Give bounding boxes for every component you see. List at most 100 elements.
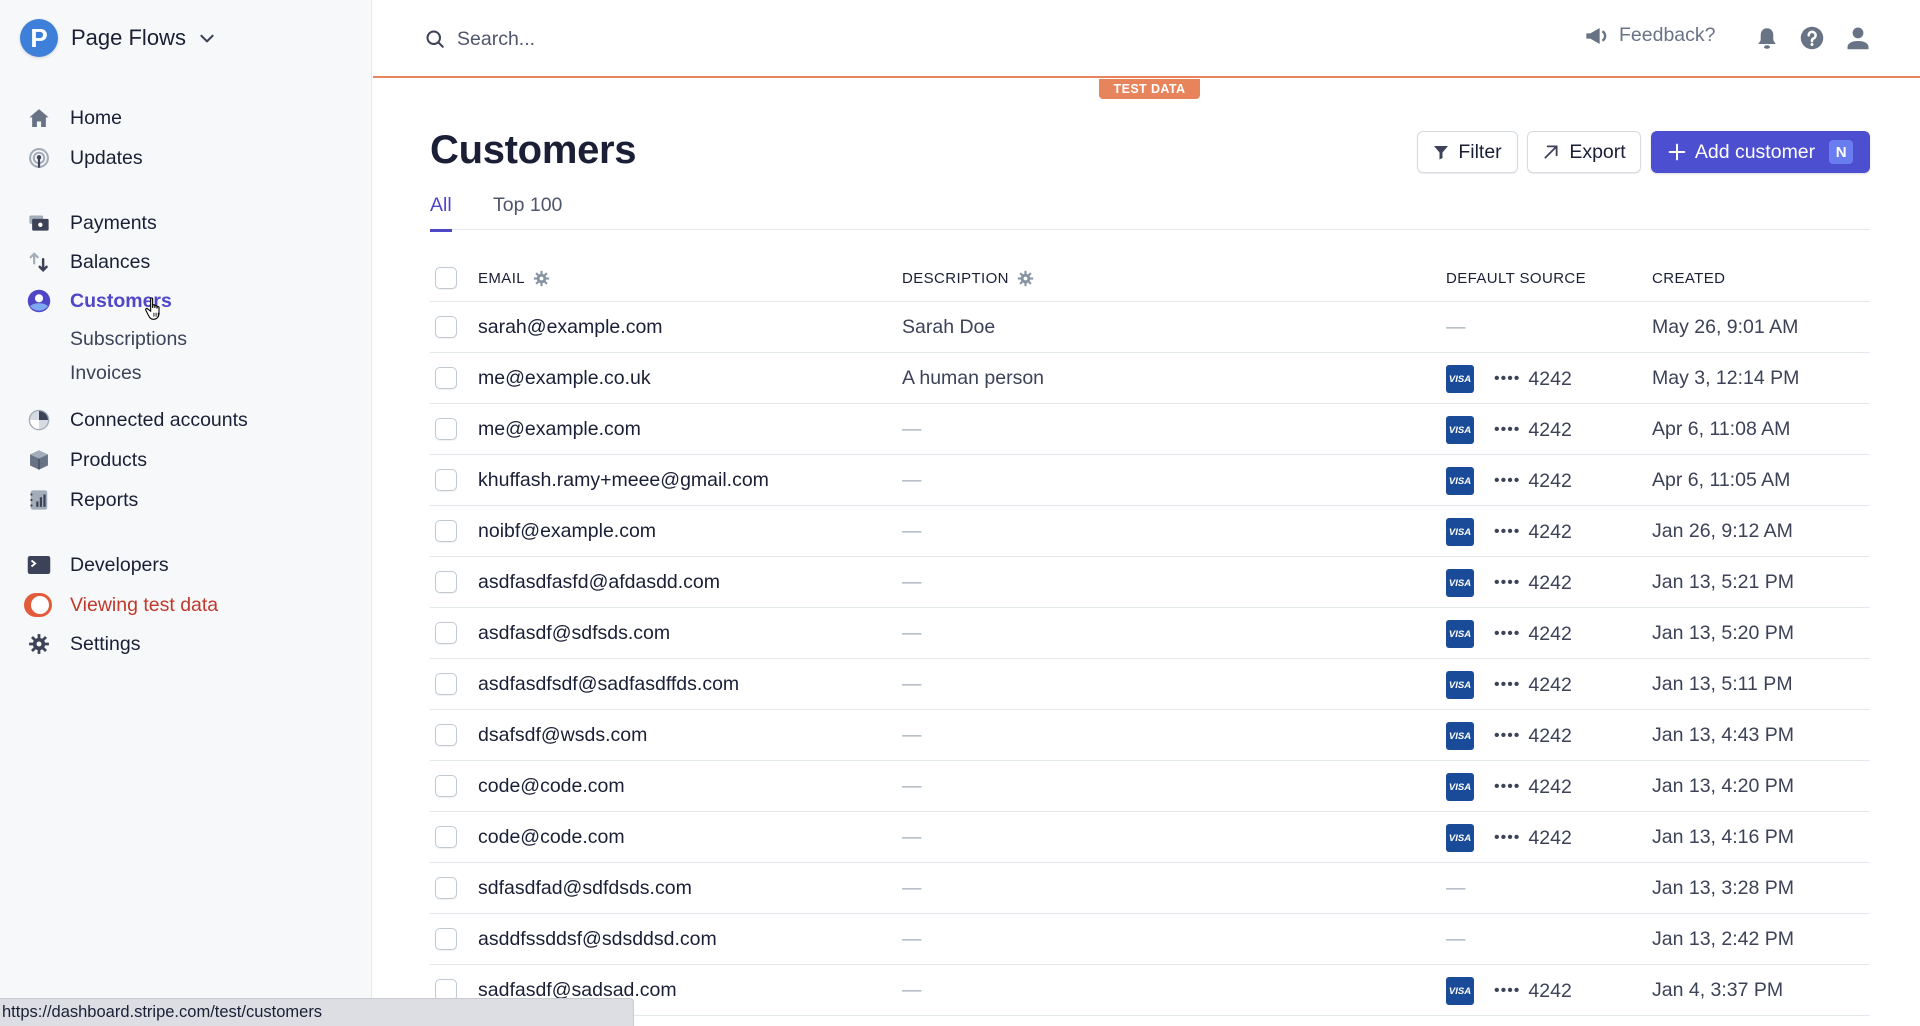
default-source: VISA •••• 4242: [1446, 416, 1572, 444]
select-all-checkbox[interactable]: [435, 267, 457, 289]
row-checkbox[interactable]: [435, 316, 457, 338]
sidebar-item-customers[interactable]: Customers: [26, 285, 172, 317]
add-customer-label: Add customer: [1694, 140, 1816, 163]
customer-email[interactable]: code@code.com: [478, 826, 625, 849]
default-source: VISA •••• 4242: [1446, 722, 1572, 750]
customer-description: —: [902, 673, 922, 695]
default-source: VISA •••• 4242: [1446, 671, 1572, 699]
gear-icon[interactable]: [1017, 270, 1034, 287]
column-header-description[interactable]: DESCRIPTION: [902, 270, 1034, 287]
customer-email[interactable]: sarah@example.com: [478, 316, 663, 339]
table-row[interactable]: asddfssddsf@sdsddsd.com — — Jan 13, 2:42 PM: [430, 914, 1870, 965]
customer-description: —: [902, 877, 922, 899]
search-input[interactable]: [457, 27, 1157, 51]
visa-card-icon: VISA: [1446, 569, 1474, 597]
customer-email[interactable]: asdfasdfasfd@afdasdd.com: [478, 571, 720, 594]
row-checkbox[interactable]: [435, 367, 457, 389]
created-date: Jan 4, 3:37 PM: [1652, 979, 1784, 1001]
table-row[interactable]: code@code.com — VISA •••• 4242 Jan 13, 4:20 P…: [430, 761, 1870, 812]
export-button[interactable]: Export: [1527, 131, 1641, 173]
table-row[interactable]: me@example.com — VISA •••• 4242 Apr 6, 11:08 …: [430, 404, 1870, 455]
card-mask: ••••: [1494, 829, 1521, 846]
tab-all[interactable]: All: [430, 194, 452, 232]
customer-description: Sarah Doe: [902, 316, 996, 338]
table-row[interactable]: khuffash.ramy+meee@gmail.com — VISA •••• 424…: [430, 455, 1870, 506]
row-checkbox[interactable]: [435, 775, 457, 797]
visa-card-icon: VISA: [1446, 416, 1474, 444]
gear-icon[interactable]: [533, 270, 550, 287]
customer-email[interactable]: asdfasdfsdf@sadfasdffds.com: [478, 673, 739, 696]
row-checkbox[interactable]: [435, 877, 457, 899]
row-checkbox[interactable]: [435, 928, 457, 950]
default-source: VISA •••• 4242: [1446, 824, 1572, 852]
user-account-icon[interactable]: [1846, 26, 1870, 50]
table-row[interactable]: dsafsdf@wsds.com — VISA •••• 4242 Jan 13, 4:4…: [430, 710, 1870, 761]
row-checkbox[interactable]: [435, 571, 457, 593]
tabs: All Top 100: [430, 190, 1870, 232]
add-customer-button[interactable]: Add customer N: [1651, 131, 1870, 173]
customer-icon: [26, 288, 52, 314]
customer-email[interactable]: asddfssddsf@sdsddsd.com: [478, 928, 717, 951]
filter-button[interactable]: Filter: [1417, 131, 1518, 173]
card-last4: 4242: [1528, 775, 1572, 798]
table-row[interactable]: asdfasdfasfd@afdasdd.com — VISA •••• 4242 Jan…: [430, 557, 1870, 608]
sidebar-item-developers[interactable]: Developers: [26, 549, 169, 581]
sidebar-subitem-invoices[interactable]: Invoices: [70, 362, 142, 385]
customer-email[interactable]: me@example.com: [478, 418, 641, 441]
sidebar-item-reports[interactable]: Reports: [26, 484, 138, 516]
sidebar-item-updates[interactable]: Updates: [26, 142, 143, 174]
bell-icon[interactable]: [1755, 26, 1779, 50]
test-mode-toggle[interactable]: Viewing test data: [24, 589, 218, 621]
visa-card-icon: VISA: [1446, 467, 1474, 495]
customer-email[interactable]: khuffash.ramy+meee@gmail.com: [478, 469, 769, 492]
table-row[interactable]: noibf@example.com — VISA •••• 4242 Jan 26, 9:…: [430, 506, 1870, 557]
table-row[interactable]: asdfasdf@sdfsds.com — VISA •••• 4242 Jan 13, …: [430, 608, 1870, 659]
megaphone-icon: [1586, 27, 1607, 44]
customer-email[interactable]: sdfasdfad@sdfdsds.com: [478, 877, 692, 900]
tab-top-100[interactable]: Top 100: [493, 194, 562, 229]
sidebar-item-payments[interactable]: Payments: [26, 207, 157, 239]
customer-email[interactable]: dsafsdf@wsds.com: [478, 724, 647, 747]
table-row[interactable]: sarah@example.com Sarah Doe — May 26, 9:01 …: [430, 302, 1870, 353]
sidebar-item-label: Payments: [70, 211, 157, 234]
box-icon: [26, 447, 52, 473]
export-label: Export: [1569, 140, 1626, 163]
arrow-up-right-icon: [1544, 145, 1558, 159]
customer-email[interactable]: asdfasdf@sdfsds.com: [478, 622, 670, 645]
account-switcher[interactable]: P Page Flows: [20, 18, 216, 58]
customer-email[interactable]: code@code.com: [478, 775, 625, 798]
row-checkbox[interactable]: [435, 469, 457, 491]
table-row[interactable]: asdfasdfsdf@sadfasdffds.com — VISA •••• 4242…: [430, 659, 1870, 710]
created-date: Jan 13, 4:16 PM: [1652, 826, 1795, 848]
row-checkbox[interactable]: [435, 673, 457, 695]
brand-logo: P: [20, 19, 58, 57]
gear-icon: [26, 631, 52, 657]
feedback-button[interactable]: Feedback?: [1585, 24, 1715, 47]
sidebar-item-home[interactable]: Home: [26, 102, 122, 134]
row-checkbox[interactable]: [435, 622, 457, 644]
keyboard-shortcut-badge: N: [1829, 140, 1854, 164]
table-row[interactable]: me@example.co.uk A human person VISA •••• 42…: [430, 353, 1870, 404]
sidebar-item-settings[interactable]: Settings: [26, 628, 140, 660]
customer-description: —: [902, 775, 922, 797]
sidebar-item-balances[interactable]: Balances: [26, 246, 150, 278]
customer-email[interactable]: me@example.co.uk: [478, 367, 651, 390]
search-bar[interactable]: [425, 22, 1225, 56]
table-row[interactable]: sadfasdf@sadsad.com — VISA •••• 4242 Jan 4, 3…: [430, 965, 1870, 1016]
created-date: Jan 13, 5:21 PM: [1652, 571, 1795, 593]
row-checkbox[interactable]: [435, 724, 457, 746]
sidebar-item-connected-accounts[interactable]: Connected accounts: [26, 404, 248, 436]
table-row[interactable]: sdfasdfad@sdfdsds.com — — Jan 13, 3:28 PM: [430, 863, 1870, 914]
table-row[interactable]: code@code.com — VISA •••• 4242 Jan 13, 4:16 P…: [430, 812, 1870, 863]
column-header-email[interactable]: EMAIL: [478, 270, 550, 287]
customer-email[interactable]: noibf@example.com: [478, 520, 656, 543]
sidebar-item-products[interactable]: Products: [26, 444, 147, 476]
help-icon[interactable]: [1800, 26, 1824, 50]
row-checkbox[interactable]: [435, 826, 457, 848]
customer-description: A human person: [902, 367, 1045, 389]
row-checkbox[interactable]: [435, 418, 457, 440]
row-checkbox[interactable]: [435, 520, 457, 542]
sidebar-subitem-subscriptions[interactable]: Subscriptions: [70, 328, 187, 351]
customers-table: EMAIL DESCRIPTION DEFAULT SOURCE CREATED…: [430, 256, 1870, 1016]
test-data-badge: TEST DATA: [1099, 79, 1200, 99]
